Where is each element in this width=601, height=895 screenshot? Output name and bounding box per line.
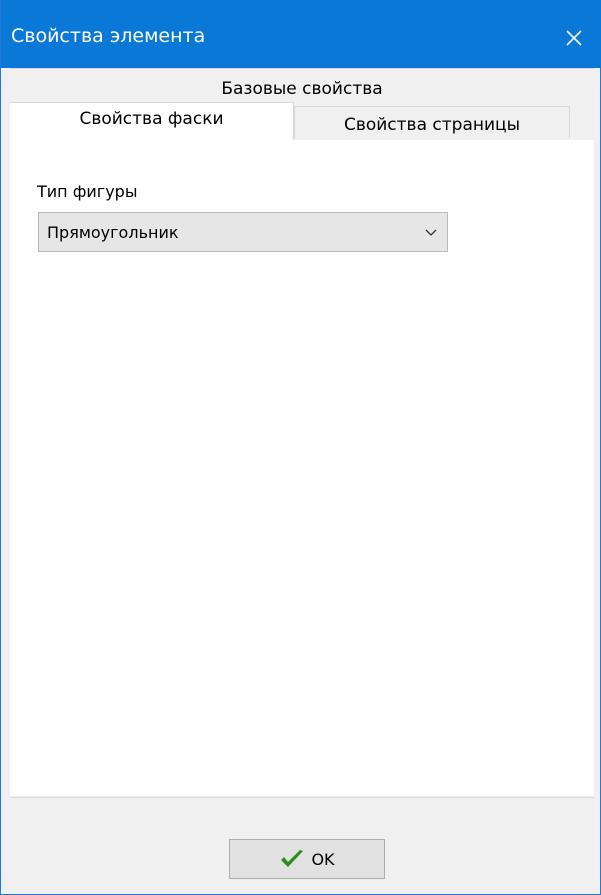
window-title: Свойства элемента	[11, 25, 206, 47]
ok-button[interactable]: OK	[229, 839, 385, 879]
close-button[interactable]	[546, 10, 601, 66]
shape-type-label: Тип фигуры	[37, 182, 138, 201]
tab-label: Свойства фаски	[79, 109, 224, 129]
tab-page-content: Тип фигуры Прямоугольник	[10, 140, 594, 796]
close-icon	[566, 30, 582, 46]
shape-type-select[interactable]: Прямоугольник	[38, 212, 448, 252]
tab-strip: Базовые свойства Свойства страницы Свойс…	[10, 68, 594, 142]
dialog-footer: OK	[10, 797, 594, 894]
tab-label: Базовые свойства	[221, 79, 383, 99]
checkmark-icon	[281, 850, 304, 867]
properties-dialog: Свойства элемента Базовые свойства Свойс…	[0, 0, 601, 895]
ok-button-label: OK	[311, 849, 335, 869]
tab-basic-properties[interactable]: Базовые свойства	[10, 68, 594, 106]
tab-chamfer-properties[interactable]: Свойства фаски	[10, 102, 294, 142]
chevron-down-icon	[425, 229, 437, 236]
tab-page-properties[interactable]: Свойства страницы	[294, 106, 570, 138]
title-bar[interactable]: Свойства элемента	[1, 0, 601, 68]
shape-type-value: Прямоугольник	[47, 223, 179, 242]
tab-label: Свойства страницы	[343, 115, 521, 135]
